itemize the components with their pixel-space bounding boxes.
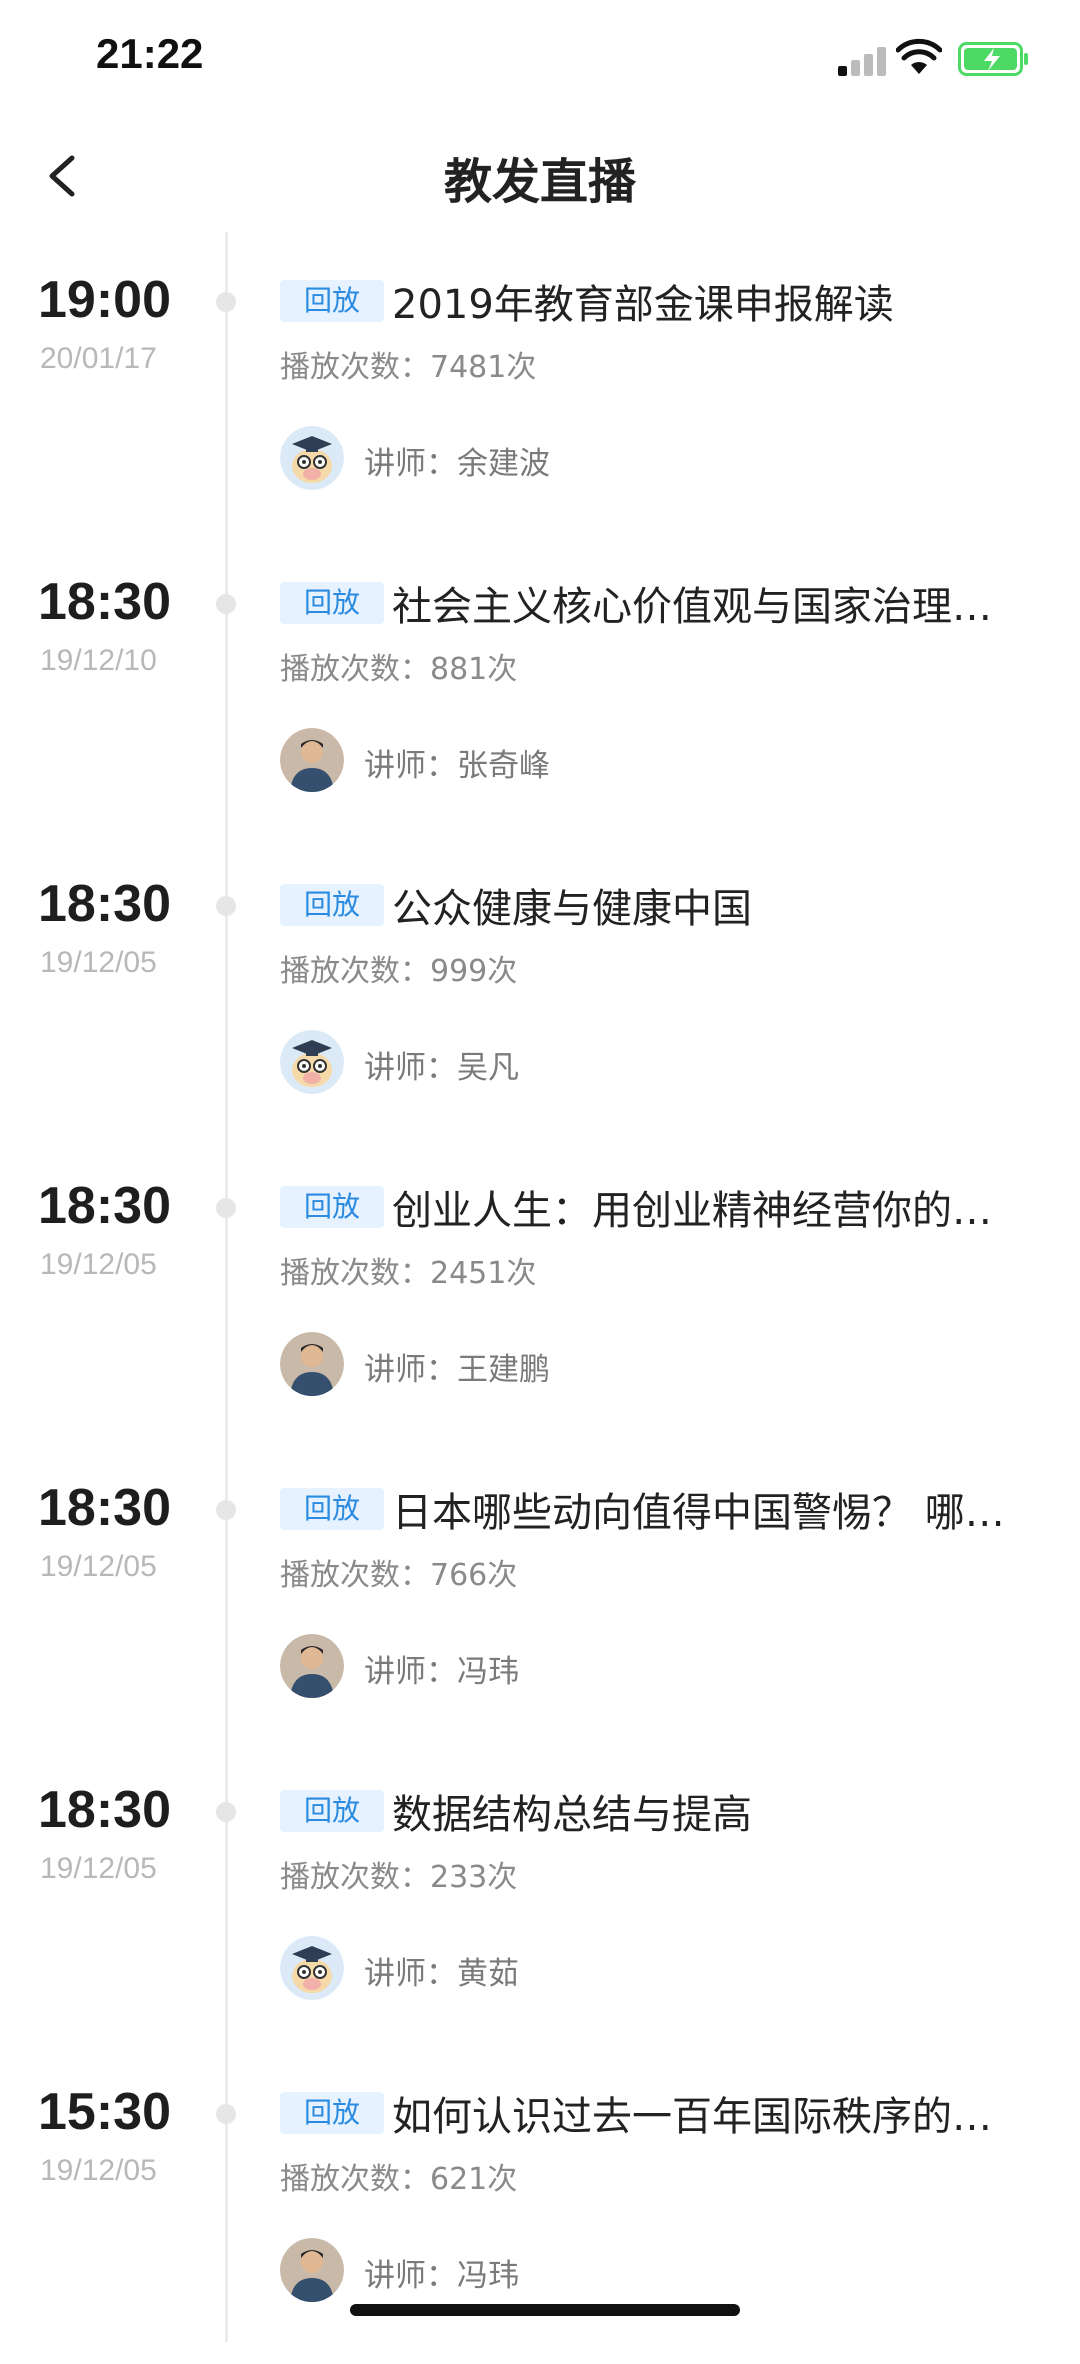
item-date: 19/12/05 (40, 1550, 157, 1583)
item-time: 18:30 (38, 1479, 171, 1537)
item-time: 15:30 (38, 2083, 171, 2141)
item-date: 19/12/05 (40, 1852, 157, 1885)
live-replay-list: 19:00 20/01/17 回放 2019年教育部金课申报解读 播放次数：74… (0, 250, 1080, 2364)
lecturer-photo-avatar (280, 728, 344, 792)
replay-badge: 回放 (280, 884, 384, 926)
item-time: 19:00 (38, 271, 171, 329)
lecturer-name: 讲师：张奇峰 (364, 748, 550, 784)
item-time: 18:30 (38, 875, 171, 933)
item-date: 19/12/05 (40, 1248, 157, 1281)
lecturer-photo-avatar (280, 1634, 344, 1698)
play-count: 播放次数：621次 (280, 2154, 517, 2198)
replay-badge: 回放 (280, 1790, 384, 1832)
lecturer-name: 讲师：冯玮 (364, 2258, 519, 2294)
wifi-icon (896, 38, 942, 74)
list-item[interactable]: 18:30 19/12/05 回放 数据结构总结与提高 播放次数：233次 讲师… (0, 1760, 1080, 2062)
status-time: 21:22 (96, 30, 204, 77)
item-date: 19/12/05 (40, 2154, 157, 2187)
lecturer-mascot-avatar (280, 1936, 344, 2000)
lecturer-name: 讲师：黄茹 (364, 1956, 519, 1992)
nav-bar: 教发直播 (0, 110, 1080, 240)
play-count-value: 881次 (430, 652, 518, 687)
play-count-label: 播放次数： (280, 1860, 430, 1895)
item-title[interactable]: 2019年教育部金课申报解读 (392, 272, 1034, 330)
status-bar: 21:22 (0, 0, 1080, 110)
lecturer-mascot-avatar (280, 426, 344, 490)
timeline-dot (216, 1500, 236, 1520)
lecturer-name: 讲师：吴凡 (364, 1050, 519, 1086)
lecturer-photo-avatar (280, 2238, 344, 2302)
replay-badge: 回放 (280, 1488, 384, 1530)
play-count: 播放次数：999次 (280, 946, 517, 990)
play-count-value: 233次 (430, 1860, 518, 1895)
play-count: 播放次数：233次 (280, 1852, 517, 1896)
item-date: 19/12/10 (40, 644, 157, 677)
lecturer-name: 讲师：王建鹏 (364, 1352, 550, 1388)
replay-badge: 回放 (280, 2092, 384, 2134)
item-title[interactable]: 公众健康与健康中国 (392, 876, 1034, 934)
timeline-dot (216, 2104, 236, 2124)
list-item[interactable]: 18:30 19/12/05 回放 创业人生：用创业精神经营你的… 播放次数：2… (0, 1156, 1080, 1458)
list-item[interactable]: 18:30 19/12/05 回放 日本哪些动向值得中国警惕？ 哪… 播放次数：… (0, 1458, 1080, 1760)
item-title[interactable]: 日本哪些动向值得中国警惕？ 哪… (392, 1480, 1034, 1538)
list-item[interactable]: 15:30 19/12/05 回放 如何认识过去一百年国际秩序的… 播放次数：6… (0, 2062, 1080, 2364)
timeline-dot (216, 1198, 236, 1218)
play-count: 播放次数：7481次 (280, 342, 536, 386)
play-count-value: 7481次 (430, 350, 537, 385)
item-time: 18:30 (38, 573, 171, 631)
play-count-value: 621次 (430, 2162, 518, 2197)
play-count-label: 播放次数： (280, 2162, 430, 2197)
lecturer-photo-avatar (280, 1332, 344, 1396)
timeline-dot (216, 896, 236, 916)
item-title[interactable]: 社会主义核心价值观与国家治理… (392, 574, 1034, 632)
item-date: 19/12/05 (40, 946, 157, 979)
timeline-dot (216, 1802, 236, 1822)
item-title[interactable]: 如何认识过去一百年国际秩序的… (392, 2084, 1034, 2142)
play-count-value: 766次 (430, 1558, 518, 1593)
lecturer-mascot-avatar (280, 1030, 344, 1094)
home-indicator (350, 2304, 740, 2316)
timeline-dot (216, 594, 236, 614)
item-time: 18:30 (38, 1781, 171, 1839)
play-count: 播放次数：766次 (280, 1550, 517, 1594)
list-item[interactable]: 19:00 20/01/17 回放 2019年教育部金课申报解读 播放次数：74… (0, 250, 1080, 552)
item-time: 18:30 (38, 1177, 171, 1235)
item-date: 20/01/17 (40, 342, 157, 375)
battery-charging-icon (958, 42, 1028, 76)
list-item[interactable]: 18:30 19/12/05 回放 公众健康与健康中国 播放次数：999次 讲师… (0, 854, 1080, 1156)
lecturer-name: 讲师：余建波 (364, 446, 550, 482)
play-count-label: 播放次数： (280, 1558, 430, 1593)
play-count-value: 2451次 (430, 1256, 537, 1291)
cellular-signal-icon (838, 46, 886, 76)
play-count-label: 播放次数： (280, 350, 430, 385)
play-count: 播放次数：2451次 (280, 1248, 536, 1292)
replay-badge: 回放 (280, 582, 384, 624)
page-title: 教发直播 (443, 154, 636, 210)
timeline-dot (216, 292, 236, 312)
play-count-label: 播放次数： (280, 954, 430, 989)
replay-badge: 回放 (280, 1186, 384, 1228)
item-title[interactable]: 创业人生：用创业精神经营你的… (392, 1178, 1034, 1236)
replay-badge: 回放 (280, 280, 384, 322)
play-count-value: 999次 (430, 954, 518, 989)
list-item[interactable]: 18:30 19/12/10 回放 社会主义核心价值观与国家治理… 播放次数：8… (0, 552, 1080, 854)
play-count-label: 播放次数： (280, 652, 430, 687)
play-count-label: 播放次数： (280, 1256, 430, 1291)
lecturer-name: 讲师：冯玮 (364, 1654, 519, 1690)
item-title[interactable]: 数据结构总结与提高 (392, 1782, 1034, 1840)
play-count: 播放次数：881次 (280, 644, 517, 688)
